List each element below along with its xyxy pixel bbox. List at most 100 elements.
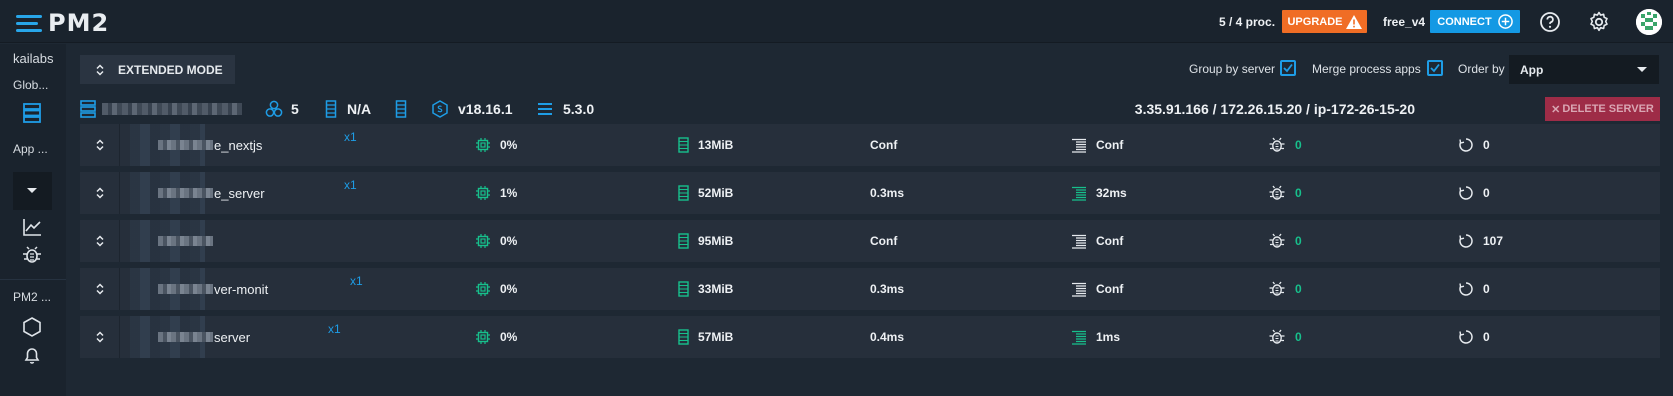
latency-cell[interactable]: Conf <box>870 220 897 262</box>
server-pm2-version: 5.3.0 <box>537 96 594 122</box>
restart-icon <box>1459 234 1473 248</box>
process-name[interactable]: e_server <box>158 172 265 214</box>
pm2-version-value: 5.3.0 <box>563 101 595 117</box>
nodejs-icon <box>432 100 448 118</box>
plan-name: free_v4 <box>1383 14 1426 29</box>
order-by-label: Order by <box>1458 62 1505 76</box>
expand-toggle[interactable] <box>80 268 120 310</box>
process-row[interactable]: 0% 95MiB Conf Conf 0 107 <box>80 220 1660 262</box>
latency-cell[interactable]: 0.4ms <box>870 316 904 358</box>
caret-down-icon <box>27 188 37 193</box>
issues-cell[interactable]: 0 <box>1268 172 1302 214</box>
server-name[interactable] <box>80 96 242 122</box>
close-icon: ✕ <box>1551 103 1561 116</box>
restarts-value: 0 <box>1483 186 1490 200</box>
server-header: 5 N/A v18.16.1 5.3.0 3.35.91.166 / 172.2… <box>80 96 1660 122</box>
http-cell[interactable]: 1ms <box>1071 316 1120 358</box>
issues-cell[interactable]: 0 <box>1268 220 1302 262</box>
memory-icon <box>678 185 689 201</box>
server-node-version: v18.16.1 <box>432 96 513 122</box>
memory-cell: 33MiB <box>678 268 733 310</box>
http-cell[interactable]: Conf <box>1071 268 1123 310</box>
memory-value: 52MiB <box>698 186 734 200</box>
process-row[interactable]: server x1 0% 57MiB 0.4ms 1ms 0 0 <box>80 316 1660 358</box>
issues-cell[interactable]: 0 <box>1268 316 1302 358</box>
memory-icon <box>678 137 689 153</box>
server-stack-icon[interactable] <box>21 102 43 124</box>
line-chart-icon[interactable] <box>21 216 43 238</box>
merge-process-checkbox[interactable] <box>1427 60 1443 76</box>
latency-value: Conf <box>870 138 898 152</box>
hexagon-icon[interactable] <box>21 316 43 338</box>
order-by-select[interactable]: App <box>1509 55 1659 84</box>
http-cell[interactable]: 32ms <box>1071 172 1127 214</box>
storage-icon <box>395 100 407 118</box>
restarts-value: 107 <box>1483 234 1504 248</box>
sort-chevrons-icon <box>95 283 104 295</box>
process-name[interactable]: e_nextjs <box>158 124 262 166</box>
group-by-server-checkbox[interactable] <box>1280 60 1296 76</box>
delete-server-button[interactable]: ✕ DELETE SERVER <box>1545 97 1660 121</box>
process-quota: 5 / 4 proc. <box>1219 14 1276 29</box>
latency-value: Conf <box>870 234 898 248</box>
bug-icon <box>1269 281 1285 296</box>
restarts-cell: 0 <box>1458 172 1490 214</box>
memory-icon <box>678 329 689 345</box>
expand-toggle[interactable] <box>80 172 120 214</box>
issues-cell[interactable]: 0 <box>1268 124 1302 166</box>
connect-button[interactable]: CONNECT <box>1430 10 1520 33</box>
bell-icon[interactable] <box>21 344 43 366</box>
restarts-value: 0 <box>1483 138 1490 152</box>
avatar[interactable] <box>1636 9 1662 35</box>
app-section-label: App ... <box>13 142 48 156</box>
restarts-value: 0 <box>1483 330 1490 344</box>
process-name[interactable] <box>158 220 214 262</box>
latency-cell[interactable]: 0.3ms <box>870 172 904 214</box>
process-row[interactable]: ver-monit x1 0% 33MiB 0.3ms Conf 0 0 <box>80 268 1660 310</box>
expand-toggle[interactable] <box>80 316 120 358</box>
http-list-icon <box>1072 138 1086 153</box>
expand-toggle[interactable] <box>80 124 120 166</box>
instance-count: x1 <box>328 322 341 336</box>
cpu-cell: 0% <box>475 220 517 262</box>
issues-value: 0 <box>1295 234 1302 248</box>
extended-mode-button[interactable]: EXTENDED MODE <box>80 55 235 84</box>
org-name[interactable]: kailabs <box>13 51 63 66</box>
latency-cell[interactable]: Conf <box>870 124 897 166</box>
latency-value: 0.3ms <box>870 282 905 296</box>
settings-gear-icon[interactable] <box>1587 10 1611 34</box>
cpu-cell: 1% <box>475 172 517 214</box>
sidebar: kailabs Glob... App ... PM2 ... <box>0 44 66 396</box>
http-cell[interactable]: Conf <box>1071 124 1123 166</box>
process-name[interactable]: ver-monit <box>158 268 268 310</box>
latency-value: 0.3ms <box>870 186 905 200</box>
memory-cell: 13MiB <box>678 124 733 166</box>
cpu-icon <box>476 234 490 248</box>
process-row[interactable]: e_server x1 1% 52MiB 0.3ms 32ms 0 0 <box>80 172 1660 214</box>
expand-toggle[interactable] <box>80 220 120 262</box>
avatar-identicon-icon <box>1636 9 1662 35</box>
restarts-cell: 0 <box>1458 316 1490 358</box>
http-list-icon <box>1072 330 1086 345</box>
issues-cell[interactable]: 0 <box>1268 268 1302 310</box>
latency-cell[interactable]: 0.3ms <box>870 268 904 310</box>
app-select[interactable] <box>13 172 52 210</box>
pm2-logo[interactable]: PM2 <box>16 9 109 37</box>
instance-count: x1 <box>344 178 357 192</box>
process-name[interactable]: server <box>158 316 250 358</box>
redacted-server-name <box>102 103 242 115</box>
restarts-cell: 107 <box>1458 220 1503 262</box>
http-value: Conf <box>1096 282 1124 296</box>
instance-count: x1 <box>350 274 363 288</box>
process-row[interactable]: e_nextjs x1 0% 13MiB Conf Conf 0 0 <box>80 124 1660 166</box>
node-version-value: v18.16.1 <box>458 101 513 117</box>
http-list-icon <box>1072 186 1086 201</box>
bug-icon[interactable] <box>21 244 43 266</box>
memory-value: 57MiB <box>698 330 734 344</box>
server-address: 3.35.91.166 / 172.26.15.20 / ip-172-26-1… <box>1134 101 1415 117</box>
help-icon[interactable] <box>1538 10 1562 34</box>
memory-value: 13MiB <box>698 138 734 152</box>
http-cell[interactable]: Conf <box>1071 220 1123 262</box>
process-name-text: e_nextjs <box>214 137 263 153</box>
upgrade-button[interactable]: UPGRADE <box>1282 10 1367 33</box>
